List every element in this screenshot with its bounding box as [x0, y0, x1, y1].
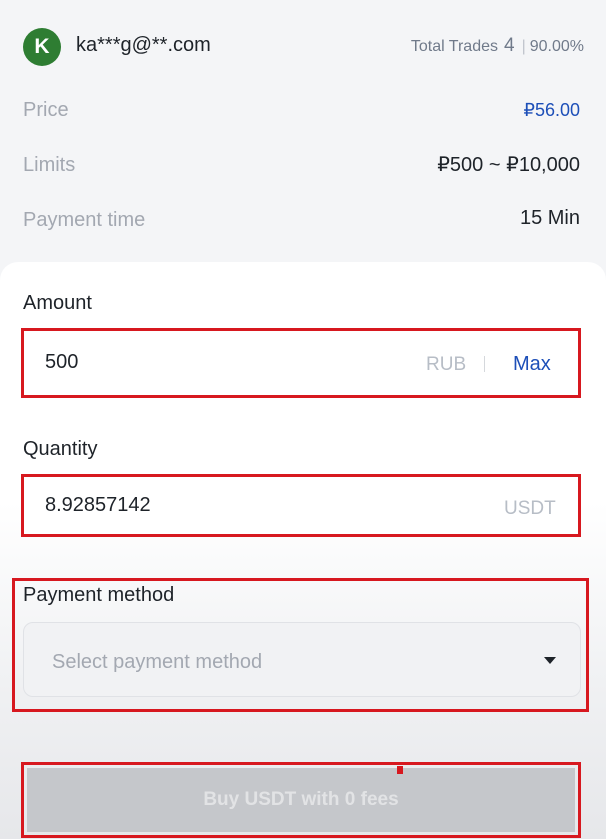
payment-method-placeholder: Select payment method: [52, 651, 263, 673]
quantity-field[interactable]: 8.92857142 USDT: [21, 474, 581, 537]
total-trades-label: Total Trades: [410, 38, 498, 55]
limits-value: ₽500 ~ ₽10,000: [437, 154, 580, 176]
price-value: ₽56.00: [523, 100, 581, 120]
merchant-name[interactable]: ka***g@**.com: [76, 34, 211, 57]
trade-stats: Total Trades 4 | 90.00%: [411, 35, 584, 57]
payment-time-value: 15 Min: [519, 207, 580, 229]
stats-divider: |: [521, 38, 526, 55]
amount-divider: [484, 356, 485, 372]
payment-method-select[interactable]: Select payment method: [23, 622, 581, 697]
total-trades-count: 4: [504, 35, 515, 56]
completion-rate: 90.00%: [529, 38, 584, 55]
quantity-label: Quantity: [23, 438, 98, 460]
amount-label: Amount: [23, 292, 92, 314]
price-label: Price: [23, 99, 69, 121]
payment-time-label: Payment time: [23, 209, 146, 231]
quantity-currency-unit: USDT: [504, 498, 556, 519]
chevron-down-icon: [544, 657, 556, 664]
buy-button[interactable]: Buy USDT with 0 fees: [27, 768, 575, 832]
payment-method-label: Payment method: [23, 584, 175, 606]
avatar: K: [23, 28, 61, 66]
amount-field[interactable]: 500 RUB Max: [21, 328, 581, 398]
amount-input[interactable]: 500: [45, 351, 78, 374]
merchant-info-panel: K ka***g@**.com Total Trades 4 | 90.00% Pri…: [0, 0, 606, 262]
limits-label: Limits: [23, 154, 76, 176]
amount-currency-unit: RUB: [426, 354, 467, 375]
highlight-marker: [397, 766, 403, 774]
max-button[interactable]: Max: [513, 353, 551, 376]
quantity-input[interactable]: 8.92857142: [45, 494, 151, 517]
